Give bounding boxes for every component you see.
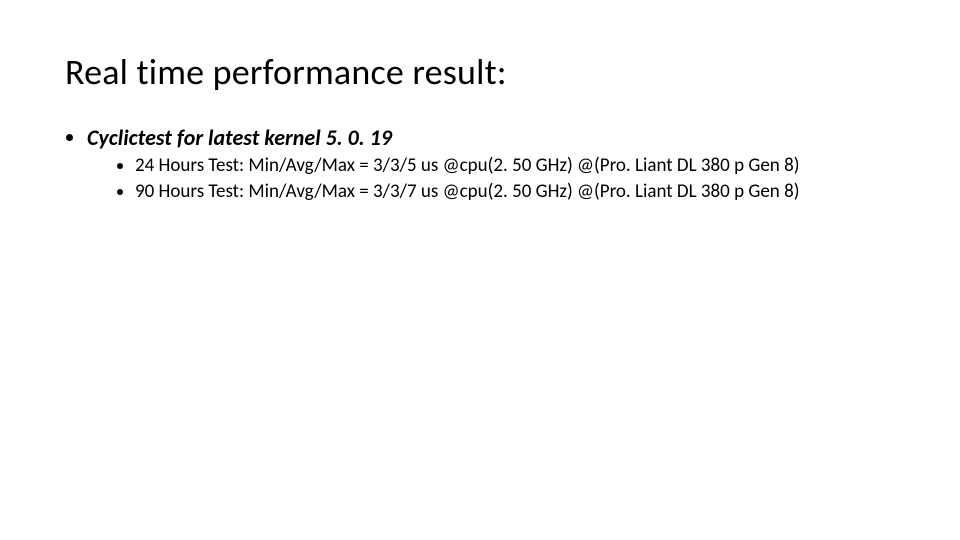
list-item: 90 Hours Test: Min/Avg/Max = 3/3/7 us @c… (135, 180, 895, 204)
slide: Real time performance result: Cyclictest… (0, 0, 960, 540)
bullet-list-level1: Cyclictest for latest kernel 5. 0. 19 24… (65, 124, 895, 204)
page-title: Real time performance result: (65, 50, 895, 94)
list-item: 24 Hours Test: Min/Avg/Max = 3/3/5 us @c… (135, 154, 895, 178)
bullet-list-level2: 24 Hours Test: Min/Avg/Max = 3/3/5 us @c… (87, 151, 895, 204)
section-heading: Cyclictest for latest kernel 5. 0. 19 24… (87, 124, 895, 204)
section-heading-text: Cyclictest for latest kernel 5. 0. 19 (87, 124, 392, 151)
